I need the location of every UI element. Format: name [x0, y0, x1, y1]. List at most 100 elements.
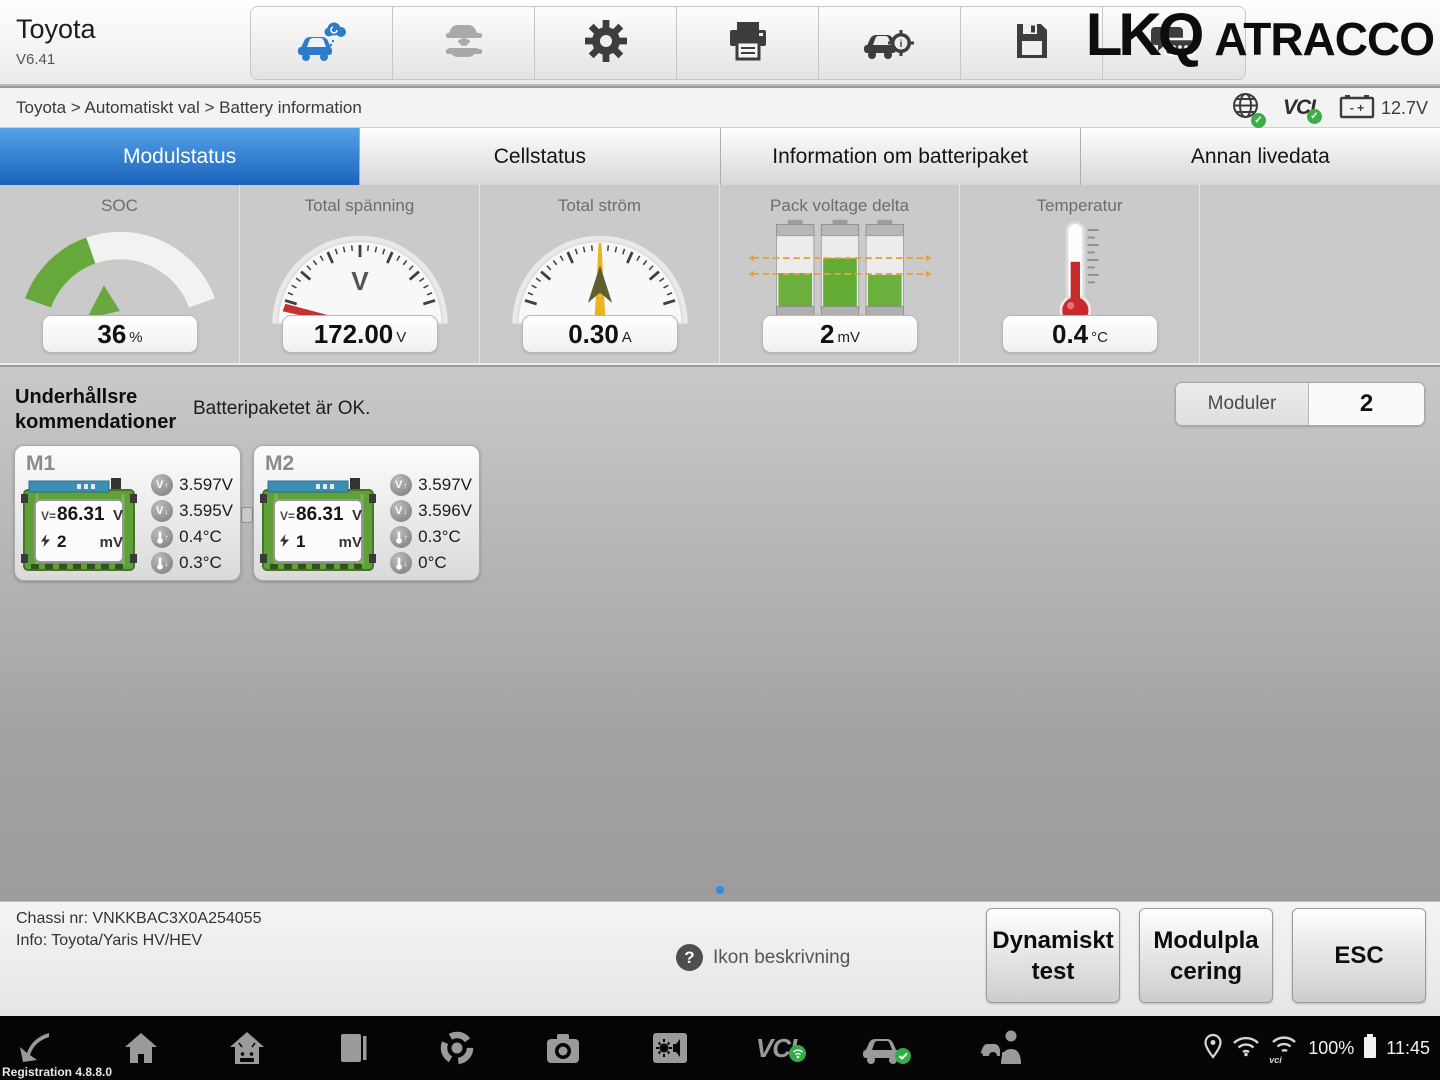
voltage-symbol: V= [280, 509, 296, 523]
gauge-temperature: Temperatur 0.4 °C [960, 185, 1200, 363]
min-temp-icon: ↓ [151, 552, 174, 574]
min-temp-value: 0°C [418, 553, 447, 572]
module-cards: M1 V= 86.31 V 2 mV V ↑ 3.597V V ↓ 3.595V… [14, 445, 480, 581]
max-temp-stat: ↑ 0.4°C [151, 524, 233, 550]
max-voltage-stat: V ↑ 3.597V [151, 472, 233, 498]
tab-battery-pack-info[interactable]: Information om batteripaket [720, 128, 1081, 185]
max-voltage-value: 3.597V [418, 475, 472, 494]
current-value-box: 0.30 A [522, 315, 678, 353]
soc-value-box: 36 % [42, 315, 198, 353]
module-voltage-value: 86.31 [57, 504, 105, 525]
recent-apps-icon[interactable] [333, 1028, 373, 1068]
logo-atracco-text: ATRACCO [1214, 13, 1435, 65]
page-indicator-dot[interactable] [716, 886, 724, 894]
car-gear-info-icon: i [863, 19, 917, 68]
module-card-m2[interactable]: M2 V= 86.31 V 1 mV V ↑ 3.597V V ↓ 3.596V… [253, 445, 480, 581]
module-count-box: Moduler 2 [1175, 382, 1425, 426]
vehicle-connected-icon[interactable] [861, 1028, 913, 1068]
module-voltage-unit: V [351, 507, 362, 524]
module-voltage-row: V= 86.31 V [280, 504, 362, 532]
lightning-icon [280, 534, 296, 550]
battery-percent-label: 100% [1308, 1037, 1355, 1058]
max-voltage-stat: V ↑ 3.597V [390, 472, 472, 498]
car-cloud-icon [296, 19, 348, 68]
diagnostics-button[interactable] [251, 7, 393, 79]
dynamic-test-button[interactable]: Dynamiskt test [986, 908, 1120, 1003]
vci-wifi-text: vci [1269, 1054, 1282, 1065]
network-check-badge: ✓ [1250, 113, 1266, 128]
gauge-soc-title: SOC [101, 196, 138, 215]
vehicle-battery-status: - + 12.7V [1339, 93, 1428, 124]
module-delta-row: 2 mV [41, 532, 123, 560]
voltage-dial-label: V [351, 266, 369, 296]
min-voltage-value: 3.596V [418, 501, 472, 520]
icon-description-label: Ikon beskrivning [713, 946, 851, 968]
max-voltage-icon: V ↑ [390, 474, 413, 496]
footer-bar: Chassi nr: VNKKBAC3X0A254055 Info: Toyot… [0, 901, 1440, 1016]
chrome-icon[interactable] [437, 1028, 477, 1068]
technician-icon[interactable] [978, 1028, 1026, 1068]
maintenance-title: Underhållsre kommendationer [15, 385, 176, 435]
max-voltage-value: 3.597V [179, 475, 233, 494]
min-temp-stat: ↓ 0°C [390, 550, 472, 576]
icon-description-button[interactable]: ? Ikon beskrivning [676, 944, 850, 971]
voltage-unit: V [396, 328, 407, 346]
soc-unit: % [129, 328, 143, 346]
module-stats: V ↑ 3.597V V ↓ 3.596V ↑ 0.3°C ↓ 0°C [390, 472, 472, 576]
esc-button[interactable]: ESC [1292, 908, 1426, 1003]
tab-other-livedata[interactable]: Annan livedata [1080, 128, 1440, 185]
module-placement-button[interactable]: Modulpla cering [1139, 908, 1273, 1003]
max-temp-stat: ↑ 0.3°C [390, 524, 472, 550]
data-manager-icon [1010, 19, 1054, 68]
min-voltage-stat: V ↓ 3.595V [151, 498, 233, 524]
max-temp-value: 0.3°C [418, 527, 461, 546]
connection-status: ✓ VCI ✓ - + 12.7V [1232, 88, 1428, 128]
button-line: test [1031, 957, 1075, 985]
temp-value: 0.4 [1052, 318, 1089, 349]
gauge-row: SOC 36 % Total spänning V 172.00 V Total… [0, 185, 1440, 365]
home-icon[interactable] [121, 1028, 161, 1068]
vehicle-data-button[interactable]: i [819, 7, 961, 79]
diagnostic-app-screen: Toyota V6.41 i LKQ ATRACCO Toyota > Auto… [0, 0, 1440, 1080]
vehicle-swap-button[interactable] [393, 7, 535, 79]
chassis-number: Chassi nr: VNKKBAC3X0A254055 [16, 910, 262, 927]
battery-icon: - + [1339, 93, 1375, 124]
module-stats: V ↑ 3.597V V ↓ 3.595V ↑ 0.4°C ↓ 0.3°C [151, 472, 233, 576]
module-count-label: Moduler [1176, 383, 1309, 425]
settings-button[interactable] [535, 7, 677, 79]
battery-voltage-label: 12.7V [1380, 97, 1428, 118]
data-manager-button[interactable] [961, 7, 1103, 79]
android-home-icon[interactable] [226, 1028, 268, 1068]
min-voltage-icon: V ↓ [390, 500, 413, 522]
vehicle-info: Info: Toyota/Yaris HV/HEV [16, 932, 203, 949]
display-sound-settings-icon[interactable] [649, 1028, 691, 1068]
delta-value: 2 [820, 318, 835, 349]
button-line: cering [1169, 957, 1243, 985]
help-icon: ? [676, 944, 703, 971]
gauge-total-current: Total ström 0.30 A [480, 185, 720, 363]
svg-text:- +: - + [1350, 101, 1364, 115]
camera-icon[interactable] [542, 1028, 584, 1068]
tab-cellstatus[interactable]: Cellstatus [360, 128, 721, 185]
voltage-symbol: V= [41, 509, 57, 523]
soc-value: 36 [97, 318, 127, 349]
module-count-value: 2 [1309, 383, 1424, 425]
module-delta-value: 1 [296, 532, 306, 551]
breadcrumb: Toyota > Automatiskt val > Battery infor… [16, 98, 362, 117]
vci-connection-icon[interactable]: VCI [756, 1033, 807, 1064]
wifi-icon [1232, 1035, 1260, 1062]
module-delta-row: 1 mV [280, 532, 362, 560]
gauge-soc: SOC 36 % [0, 185, 240, 363]
delta-value-box: 2 mV [762, 315, 918, 353]
current-value: 0.30 [568, 318, 619, 349]
temp-value-box: 0.4 °C [1002, 315, 1158, 353]
tab-modulstatus[interactable]: Modulstatus [0, 128, 361, 185]
min-temp-value: 0.3°C [179, 553, 222, 572]
module-card-m1[interactable]: M1 V= 86.31 V 2 mV V ↑ 3.597V V ↓ 3.595V… [14, 445, 241, 581]
footer-buttons: Dynamiskt test Modulpla cering ESC [986, 908, 1426, 1003]
back-icon[interactable] [16, 1028, 56, 1068]
vci-wifi-status-icon: vci [1269, 1034, 1299, 1065]
gauge-pack-voltage-delta: Pack voltage delta 2 mV [720, 185, 960, 363]
system-status: vci 100% 11:45 [1203, 1016, 1430, 1080]
print-button[interactable] [677, 7, 819, 79]
